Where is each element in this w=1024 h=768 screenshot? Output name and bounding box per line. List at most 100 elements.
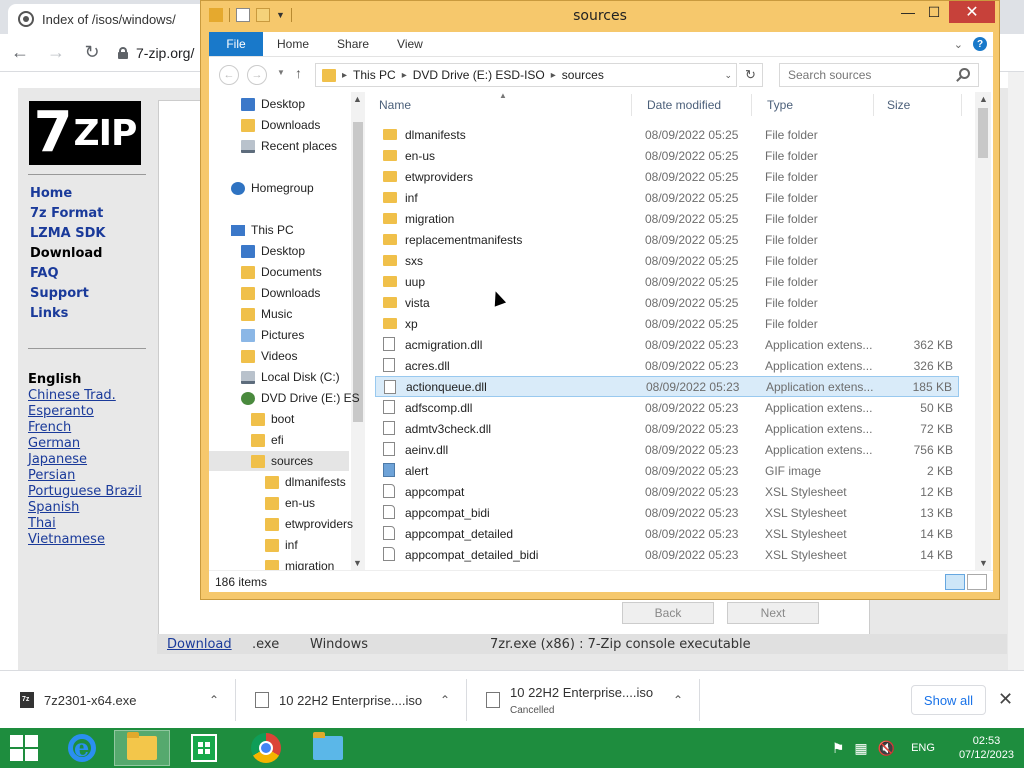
browser-tab[interactable]: Index of /isos/windows/ (8, 4, 208, 34)
file-row[interactable]: uup 08/09/2022 05:25 File folder (375, 271, 959, 292)
divider[interactable] (961, 94, 962, 116)
file-row[interactable]: vista 08/09/2022 05:25 File folder (375, 292, 959, 313)
divider[interactable] (751, 94, 752, 116)
chevron-up-icon[interactable]: ⌃ (673, 693, 683, 707)
muted-speaker-icon[interactable]: 🔇 (878, 740, 895, 757)
file-scrollbar[interactable]: ▲ ▼ (975, 92, 991, 570)
breadcrumb-item[interactable]: sources (562, 68, 604, 82)
details-view-icon[interactable] (945, 574, 965, 590)
tab-file[interactable]: File (209, 32, 263, 56)
taskbar-chrome[interactable] (238, 730, 294, 766)
file-row[interactable]: appcompat_detailed 08/09/2022 05:23 XSL St… (375, 523, 959, 544)
file-row[interactable]: xp 08/09/2022 05:25 File folder (375, 313, 959, 334)
file-row[interactable]: dlmanifests 08/09/2022 05:25 File folder (375, 124, 959, 145)
page-scrollbar[interactable] (1008, 72, 1024, 670)
language-link[interactable]: German (28, 436, 142, 452)
file-row[interactable]: acres.dll 08/09/2022 05:23 Application ext… (375, 355, 959, 376)
help-icon[interactable]: ? (973, 37, 987, 51)
language-link[interactable]: Chinese Trad. (28, 388, 142, 404)
scroll-down-icon[interactable]: ▼ (979, 558, 988, 568)
nav-item[interactable]: Downloads (209, 283, 349, 303)
close-icon[interactable]: ✕ (998, 689, 1013, 710)
file-row[interactable]: alert 08/09/2022 05:23 GIF image 2 KB (375, 460, 959, 481)
7zip-logo[interactable]: 7 ZIP (29, 101, 141, 165)
site-nav-item[interactable]: Download (30, 246, 105, 266)
site-nav-item[interactable]: Links (30, 306, 105, 326)
tab-view[interactable]: View (383, 37, 437, 51)
site-nav-item[interactable]: FAQ (30, 266, 105, 286)
refresh-icon[interactable]: ↻ (739, 63, 763, 87)
nav-item[interactable]: sources (209, 451, 349, 471)
nav-item[interactable]: dlmanifests (209, 472, 349, 492)
chevron-up-icon[interactable]: ⌃ (209, 693, 219, 707)
maximize-button[interactable]: ☐ (921, 1, 947, 23)
reload-icon[interactable]: ↻ (76, 37, 108, 69)
language-link[interactable]: Spanish (28, 500, 142, 516)
site-nav-item[interactable]: LZMA SDK (30, 226, 105, 246)
file-row[interactable]: aeinv.dll 08/09/2022 05:23 Application ext… (375, 439, 959, 460)
divider[interactable] (873, 94, 874, 116)
nav-item[interactable]: Videos (209, 346, 349, 366)
scroll-up-icon[interactable]: ▲ (979, 94, 988, 104)
scroll-thumb[interactable] (978, 108, 988, 158)
close-button[interactable]: ✕ (949, 1, 995, 23)
file-row[interactable]: inf 08/09/2022 05:25 File folder (375, 187, 959, 208)
language-link[interactable]: Vietnamese (28, 532, 142, 548)
input-language[interactable]: ENG (911, 742, 935, 754)
file-row[interactable]: acmigration.dll 08/09/2022 05:23 Applicati… (375, 334, 959, 355)
chevron-right-icon[interactable]: ▸ (551, 70, 556, 81)
nav-item[interactable]: Local Disk (C:) (209, 367, 349, 387)
nav-item[interactable]: DVD Drive (E:) ES (209, 388, 360, 408)
scroll-down-icon[interactable]: ▼ (353, 558, 362, 568)
scroll-up-icon[interactable]: ▲ (353, 94, 362, 104)
nav-item[interactable]: migration (209, 556, 349, 570)
nav-scrollbar[interactable]: ▲ ▼ (351, 92, 365, 570)
nav-item[interactable]: Documents (209, 262, 349, 282)
chevron-down-icon[interactable]: ⌄ (724, 70, 732, 81)
file-row[interactable]: appcompat 08/09/2022 05:23 XSL Stylesheet 1… (375, 481, 959, 502)
divider[interactable] (631, 94, 632, 116)
nav-item[interactable]: Homegroup (209, 178, 349, 198)
nav-item[interactable]: This PC (209, 220, 349, 240)
clock[interactable]: 02:53 07/12/2023 (959, 734, 1014, 762)
back-icon[interactable]: ← (219, 65, 239, 85)
nav-item[interactable]: efi (209, 430, 349, 450)
forward-icon[interactable]: → (247, 65, 267, 85)
windows-start-icon[interactable] (10, 735, 38, 761)
language-link[interactable]: Esperanto (28, 404, 142, 420)
column-type[interactable]: Type (767, 98, 793, 112)
nav-item[interactable]: Recent places (209, 136, 349, 156)
breadcrumb-item[interactable]: DVD Drive (E:) ESD-ISO (413, 68, 545, 82)
site-nav-item[interactable]: Home (30, 186, 105, 206)
breadcrumb-item[interactable]: This PC (353, 68, 396, 82)
language-link[interactable]: French (28, 420, 142, 436)
file-row[interactable]: adfscomp.dll 08/09/2022 05:23 Application … (375, 397, 959, 418)
network-icon[interactable]: ▦ (854, 740, 867, 757)
scroll-thumb[interactable] (353, 122, 363, 422)
language-link[interactable]: Japanese (28, 452, 142, 468)
language-link[interactable]: Persian (28, 468, 142, 484)
nav-item[interactable]: inf (209, 535, 349, 555)
chevron-right-icon[interactable]: ▸ (402, 70, 407, 81)
up-icon[interactable]: ↑ (295, 65, 302, 81)
flag-icon[interactable]: ⚑ (832, 740, 845, 757)
taskbar-file-explorer[interactable] (114, 730, 170, 766)
file-row[interactable]: admtv3check.dll 08/09/2022 05:23 Applicati… (375, 418, 959, 439)
download-item[interactable]: 10 22H2 Enterprise....iso ⌃ (237, 679, 467, 721)
download-item[interactable]: 10 22H2 Enterprise....iso Cancelled ⌃ (468, 679, 700, 721)
site-nav-item[interactable]: 7z Format (30, 206, 105, 226)
nav-item[interactable]: Downloads (209, 115, 349, 135)
file-row[interactable]: en-us 08/09/2022 05:25 File folder (375, 145, 959, 166)
search-input[interactable]: Search sources (779, 63, 979, 87)
show-all-button[interactable]: Show all (911, 685, 986, 715)
taskbar-installer[interactable] (300, 730, 356, 766)
nav-item[interactable]: en-us (209, 493, 349, 513)
taskbar-ie[interactable] (54, 730, 110, 766)
recent-locations-icon[interactable]: ▼ (277, 68, 285, 77)
title-bar[interactable]: ▼ sources — ☐ ✕ (201, 1, 999, 31)
breadcrumb[interactable]: ▸ This PC ▸ DVD Drive (E:) ESD-ISO ▸ sou… (315, 63, 737, 87)
file-row[interactable]: replacementmanifests 08/09/2022 05:25 File… (375, 229, 959, 250)
language-link[interactable]: Thai (28, 516, 142, 532)
language-link[interactable]: Portuguese Brazil (28, 484, 142, 500)
download-link[interactable]: Download (157, 637, 252, 652)
